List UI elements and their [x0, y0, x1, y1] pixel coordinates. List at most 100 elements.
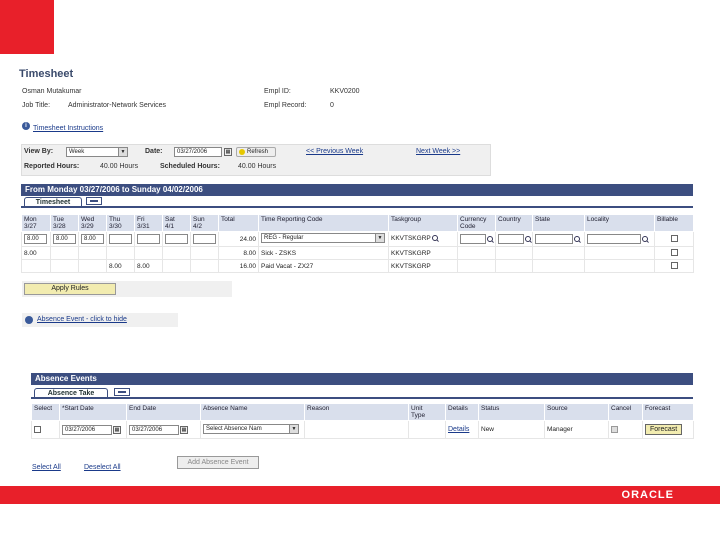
day-cell: 8.00 [134, 259, 163, 273]
table-row: 8.00 8.00 8.00 24.00 REG - Regular ▼ KKVTSKGRP [21, 231, 694, 247]
calendar-icon[interactable]: ▦ [113, 425, 121, 434]
day-cell [50, 246, 79, 260]
instructions-link[interactable]: Timesheet Instructions [33, 125, 103, 132]
refresh-button[interactable]: Refresh [236, 147, 276, 157]
start-date-input[interactable]: 03/27/2006 [62, 424, 112, 435]
apply-rules-button[interactable]: Apply Rules [24, 283, 116, 295]
view-by-value: Week [69, 149, 85, 155]
column-header: *Start Date [59, 403, 127, 421]
end-date-input[interactable]: 03/27/2006 [129, 424, 179, 435]
state-input[interactable] [535, 234, 573, 244]
collapse-icon[interactable] [25, 316, 33, 324]
column-header: State [532, 214, 585, 232]
country-input[interactable] [498, 234, 524, 244]
trc-cell: REG - Regular ▼ [258, 231, 389, 247]
tab-timesheet[interactable]: Timesheet [24, 197, 82, 206]
lookup-icon[interactable] [574, 235, 581, 243]
select-all-link[interactable]: Select All [32, 464, 61, 471]
chevron-down-icon: ▼ [118, 148, 127, 156]
taskgroup-value[interactable]: KKVTSKGRP [391, 236, 431, 243]
lookup-icon[interactable] [487, 235, 494, 243]
column-header-label: Details [448, 405, 468, 412]
hours-input[interactable]: 8.00 [81, 234, 104, 244]
next-week-link[interactable]: Next Week >> [416, 148, 460, 155]
show-all-columns-icon[interactable] [114, 388, 130, 396]
calendar-icon[interactable]: ▦ [180, 425, 188, 434]
column-header-label: *Start Date [62, 405, 94, 412]
column-header: Fri 3/31 [134, 214, 163, 232]
calendar-icon[interactable]: ▦ [224, 148, 232, 156]
view-by-select[interactable]: Week ▼ [66, 147, 128, 157]
column-header-label: Status [481, 405, 500, 412]
lookup-icon[interactable] [525, 235, 532, 243]
column-header-label: Country [498, 216, 521, 223]
trc-select[interactable]: REG - Regular ▼ [261, 233, 385, 243]
billable-checkbox[interactable] [670, 262, 678, 270]
hours-input[interactable] [109, 234, 132, 244]
cancel-cell [608, 420, 643, 439]
cancel-checkbox[interactable] [611, 425, 618, 433]
taskgroup-cell: KKVTSKGRP [388, 231, 458, 247]
column-header: Source [544, 403, 609, 421]
column-header: Sat 4/1 [162, 214, 191, 232]
total-cell: 24.00 [218, 231, 259, 247]
hours-input[interactable] [165, 234, 188, 244]
state-cell [532, 259, 585, 273]
brand-red-square [0, 0, 54, 54]
day-cell [78, 246, 107, 260]
hours-input[interactable]: 8.00 [53, 234, 76, 244]
column-header-label: Locality [587, 216, 610, 223]
details-link[interactable]: Details [448, 426, 469, 433]
day-cell: 8.00 [50, 231, 79, 247]
lookup-icon[interactable] [431, 235, 439, 242]
deselect-all-link[interactable]: Deselect All [84, 464, 121, 471]
job-title-label: Job Title: [22, 102, 51, 109]
column-header-label: End Date [129, 405, 157, 412]
absence-grid: Select *Start Date End Date Absence Name Rea… [31, 403, 694, 439]
currency-cell [457, 231, 496, 247]
column-header: Sun 4/2 [190, 214, 219, 232]
previous-week-link[interactable]: << Previous Week [306, 148, 363, 155]
hours-input[interactable] [137, 234, 160, 244]
scheduled-hours-label: Scheduled Hours: [160, 163, 220, 170]
select-checkbox[interactable] [34, 425, 41, 433]
column-header-label: Tue [53, 216, 64, 223]
column-header-sublabel: 3/27 [24, 223, 37, 230]
column-header: Tue 3/28 [50, 214, 79, 232]
absence-name-select[interactable]: Select Absence Nam ▼ [203, 423, 299, 434]
tab-absence-take[interactable]: Absence Take [34, 388, 108, 397]
column-header-label: Billable [657, 216, 678, 223]
timesheet-range-bar: From Monday 03/27/2006 to Sunday 04/02/2… [21, 184, 693, 196]
column-header-label: State [535, 216, 551, 223]
day-cell: 8.00 [21, 231, 51, 247]
currency-cell [457, 246, 496, 260]
billable-checkbox[interactable] [670, 249, 678, 257]
column-header: Details [445, 403, 479, 421]
total-cell: 8.00 [218, 246, 259, 260]
absence-toggle-link[interactable]: Absence Event - click to hide [37, 316, 127, 323]
hours-input[interactable] [193, 234, 216, 244]
column-header: Status [478, 403, 545, 421]
status-cell: New [478, 420, 545, 439]
column-header-label: Sat [165, 216, 175, 223]
currency-cell [457, 259, 496, 273]
trc-cell: Sick - ZSKS [258, 246, 389, 260]
hours-input[interactable]: 8.00 [24, 234, 47, 244]
day-cell [134, 231, 163, 247]
taskgroup-cell: KKVTSKGRP [388, 259, 458, 273]
show-all-columns-icon[interactable] [86, 197, 102, 205]
refresh-label: Refresh [247, 149, 269, 155]
column-header: Time Reporting Code [258, 214, 389, 232]
date-input[interactable]: 03/27/2006 [174, 147, 222, 157]
lookup-icon[interactable] [642, 235, 649, 243]
currency-input[interactable] [460, 234, 486, 244]
billable-checkbox[interactable] [670, 235, 678, 243]
reported-hours-label: Reported Hours: [24, 163, 80, 170]
locality-input[interactable] [587, 234, 641, 244]
select-cell [31, 420, 60, 439]
add-absence-event-button[interactable]: Add Absence Event [177, 456, 259, 469]
empl-record-value: 0 [330, 102, 334, 109]
column-header-label: Wed [81, 216, 95, 223]
forecast-button[interactable]: Forecast [645, 424, 683, 435]
billable-cell [654, 231, 694, 247]
